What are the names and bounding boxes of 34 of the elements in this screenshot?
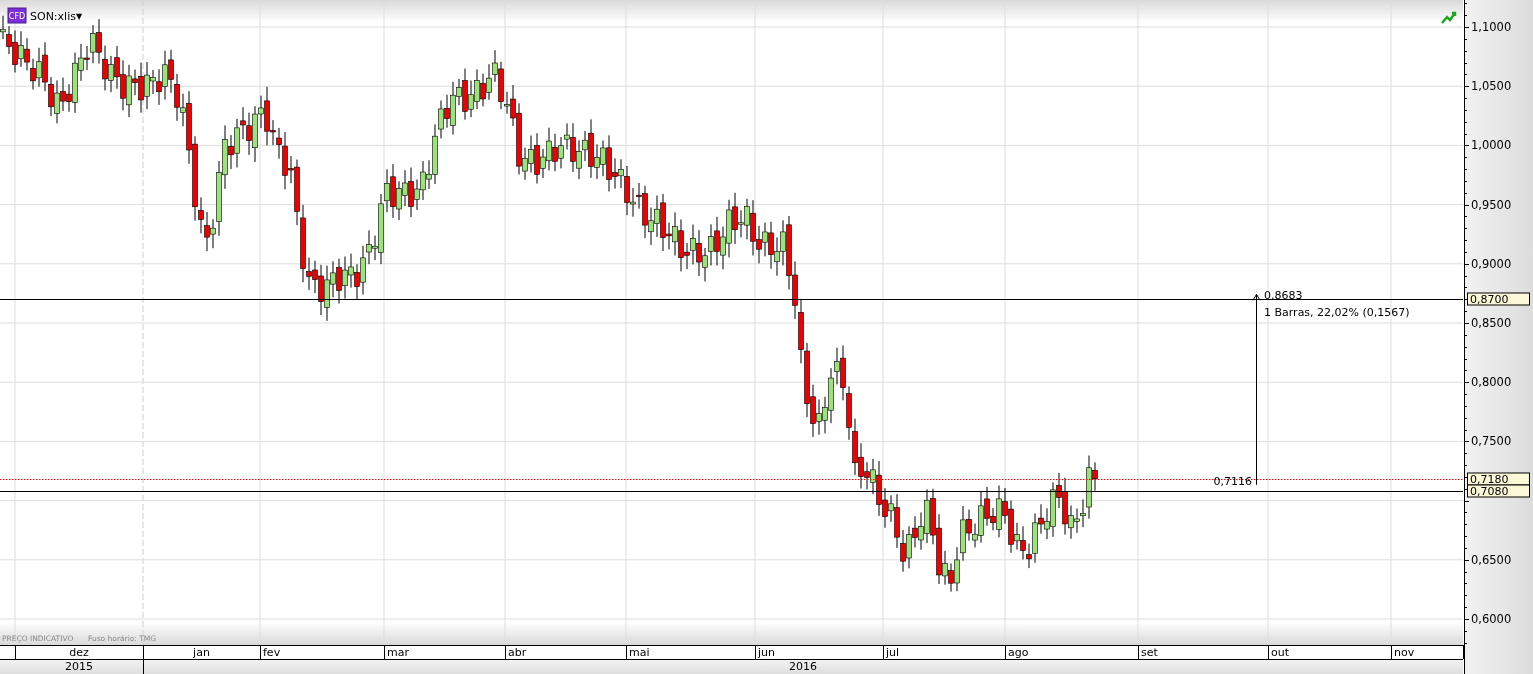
- dropdown-toggle[interactable]: ▼: [75, 12, 83, 21]
- measure-summary: 1 Barras, 22,02% (0,1567): [1264, 306, 1410, 320]
- axis-tick-label: 1,1000: [1471, 20, 1512, 34]
- price-tag: 0,7180: [1467, 472, 1530, 486]
- month-label: jun: [758, 646, 775, 659]
- year-label: 2015: [65, 660, 93, 673]
- axis-tick-label: 0,8500: [1471, 316, 1512, 330]
- month-label: mar: [387, 646, 409, 659]
- month-label: jul: [886, 646, 900, 659]
- month-label: abr: [508, 646, 527, 659]
- month-label: nov: [1394, 646, 1415, 659]
- month-label: out: [1271, 646, 1289, 659]
- measure-bottom-value: 0,7116: [1213, 474, 1252, 488]
- month-label: dez: [69, 646, 89, 659]
- month-label: set: [1141, 646, 1158, 659]
- axis-tick-label: 0,8000: [1471, 375, 1512, 390]
- axis-tick-label: 1,0000: [1471, 138, 1512, 153]
- trend-up-icon[interactable]: [1440, 11, 1457, 25]
- price-tag: 0,8700: [1467, 292, 1530, 306]
- month-label: ago: [1008, 646, 1029, 659]
- axis-tick-label: 0,6000: [1471, 612, 1512, 626]
- axis-tick-label: 0,7500: [1471, 434, 1512, 449]
- axis-tick-label: 1,0500: [1471, 79, 1512, 94]
- month-label: jan: [193, 646, 210, 659]
- year-label: 2016: [789, 660, 817, 673]
- symbol-label: SON:xlis: [30, 10, 76, 23]
- measure-top-value: 0,8683: [1264, 289, 1303, 303]
- month-label: mai: [629, 646, 650, 659]
- axis-tick-label: 0,9500: [1471, 197, 1512, 212]
- axis-tick-label: 0,6500: [1471, 552, 1512, 567]
- month-label: fev: [263, 646, 281, 659]
- cfd-badge: CFD: [7, 7, 27, 24]
- price-tag: 0,7080: [1467, 484, 1530, 498]
- axis-tick-label: 0,9000: [1471, 256, 1512, 271]
